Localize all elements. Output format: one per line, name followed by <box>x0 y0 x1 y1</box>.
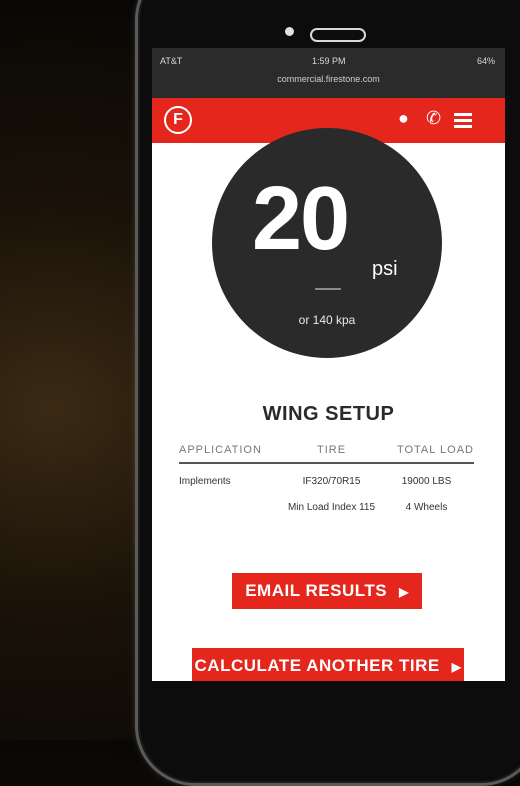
cell-wheels: 4 Wheels <box>405 502 448 513</box>
email-results-button[interactable]: EMAIL RESULTS ▶ <box>232 573 422 609</box>
carrier-label: AT&T <box>160 56 183 66</box>
pressure-alt-unit: or 140 kpa <box>298 313 356 327</box>
phone-screen: AT&T 1:59 PM 64% commercial.firestone.co… <box>152 48 505 681</box>
firestone-logo[interactable]: F <box>164 106 192 134</box>
address-bar[interactable]: commercial.firestone.com <box>152 74 505 84</box>
header-tire: TIRE <box>316 444 347 456</box>
pressure-result-circle: 20 psi or 140 kpa <box>212 128 442 358</box>
calculate-another-tire-button[interactable]: CALCULATE ANOTHER TIRE ▶ <box>192 648 464 681</box>
hamburger-menu-icon[interactable] <box>454 113 472 131</box>
calculate-another-tire-label: CALCULATE ANOTHER TIRE <box>194 656 440 675</box>
cell-application: Implements <box>179 476 231 487</box>
pressure-value: 20 <box>252 169 350 269</box>
table-row: Implements IF320/70R15 19000 LBS <box>179 474 474 490</box>
play-arrow-icon: ▶ <box>451 660 462 674</box>
setup-table: APPLICATION TIRE TOTAL LOAD Implements I… <box>179 444 474 516</box>
location-pin-icon[interactable]: ● <box>398 108 409 129</box>
table-row: Min Load Index 115 4 Wheels <box>179 500 474 516</box>
cell-load-index: Min Load Index 115 <box>287 502 376 513</box>
play-arrow-icon: ▶ <box>399 585 409 599</box>
status-bar: AT&T 1:59 PM 64% commercial.firestone.co… <box>152 48 505 98</box>
pressure-unit: psi <box>372 258 398 280</box>
email-results-label: EMAIL RESULTS <box>245 581 388 600</box>
earpiece-speaker <box>310 28 366 42</box>
setup-title: WING SETUP <box>262 403 395 425</box>
front-camera <box>285 27 294 36</box>
table-header: APPLICATION TIRE TOTAL LOAD <box>179 444 474 464</box>
cell-total-load: 19000 LBS <box>401 476 452 487</box>
battery-level: 64% <box>476 56 495 66</box>
clock: 1:59 PM <box>312 56 346 66</box>
divider <box>315 288 341 290</box>
cell-tire: IF320/70R15 <box>302 476 361 487</box>
header-total-load: TOTAL LOAD <box>396 444 474 456</box>
header-application: APPLICATION <box>179 444 262 456</box>
phone-icon[interactable]: ✆ <box>426 108 441 129</box>
